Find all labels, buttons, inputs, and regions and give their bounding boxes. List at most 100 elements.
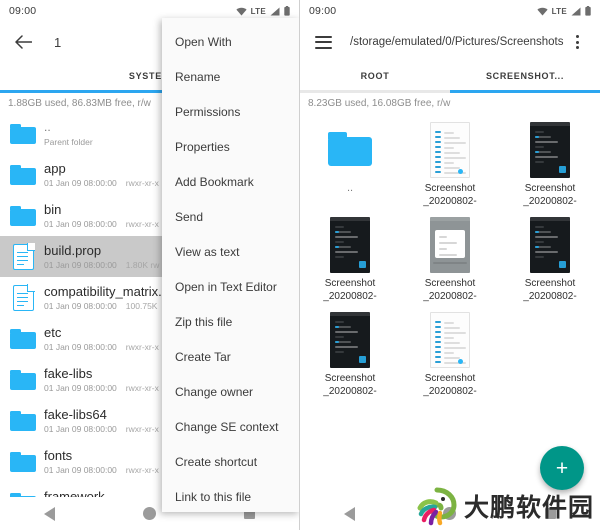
folder-icon [327, 120, 373, 178]
image-thumbnail [327, 310, 373, 368]
back-arrow-icon[interactable] [10, 29, 36, 55]
nav-back-icon[interactable] [344, 506, 356, 521]
menu-item-rename[interactable]: Rename [162, 59, 299, 94]
tab-indicator-screenshots [450, 90, 600, 93]
battery-icon [284, 6, 290, 16]
grid-item-image[interactable]: Screenshot _20200802- [300, 305, 400, 400]
grid-item-label: Screenshot _20200802- [423, 373, 477, 397]
image-thumbnail [427, 120, 473, 178]
file-date: 01 Jan 09 08:00:00 [44, 219, 117, 229]
menu-item-open-with[interactable]: Open With [162, 24, 299, 59]
right-tab-bar: ROOT SCREENSHOT... [300, 62, 600, 90]
menu-item-zip-this-file[interactable]: Zip this file [162, 304, 299, 339]
image-thumbnail [427, 310, 473, 368]
menu-item-open-in-text-editor[interactable]: Open in Text Editor [162, 269, 299, 304]
fab-plus-label: + [555, 456, 569, 480]
right-tab-indicator [300, 90, 600, 93]
kebab-menu-icon[interactable] [564, 29, 590, 55]
signal-icon [571, 7, 581, 16]
file-date: 01 Jan 09 08:00:00 [44, 301, 117, 311]
tab-root[interactable]: ROOT [300, 62, 450, 90]
thumbnail-preview [430, 122, 470, 178]
thumbnail-preview [430, 312, 470, 368]
right-toolbar: /storage/emulated/0/Pictures/Screenshots [300, 22, 600, 62]
thumbnail-grid: .. Screenshot _20200802- Screenshot _20200… [300, 113, 600, 400]
menu-item-properties[interactable]: Properties [162, 129, 299, 164]
selection-count: 1 [54, 34, 62, 50]
folder-icon [6, 404, 40, 438]
menu-item-permissions[interactable]: Permissions [162, 94, 299, 129]
network-type-label: LTE [250, 6, 266, 16]
grid-item-label: Screenshot _20200802- [523, 183, 577, 207]
image-thumbnail [327, 215, 373, 273]
grid-item-image[interactable]: Screenshot _20200802- [400, 305, 500, 400]
menu-item-view-as-text[interactable]: View as text [162, 234, 299, 269]
signal-icon [270, 7, 280, 16]
file-date: 01 Jan 09 08:00:00 [44, 383, 117, 393]
file-date: 01 Jan 09 08:00:00 [44, 178, 117, 188]
image-thumbnail [427, 215, 473, 273]
watermark-logo-icon [417, 487, 457, 526]
folder-icon [6, 322, 40, 356]
nav-home-icon[interactable] [143, 507, 156, 520]
tab-screenshots[interactable]: SCREENSHOT... [450, 62, 600, 90]
wifi-icon [536, 7, 548, 16]
status-icons: LTE [235, 6, 290, 16]
hamburger-icon[interactable] [310, 29, 336, 55]
file-permissions: rwxr-xr-x [125, 219, 159, 229]
file-date: 01 Jan 09 08:00:00 [44, 465, 117, 475]
battery-icon [585, 6, 591, 16]
menu-item-change-owner[interactable]: Change owner [162, 374, 299, 409]
left-phone-panel: 09:00 LTE 1 SYSTEM 1.88GB used, 86.83MB … [0, 0, 300, 530]
file-permissions: 1.80K rw [125, 260, 160, 270]
file-permissions: 100.75K [125, 301, 158, 311]
watermark: 大鹏软件园 [416, 486, 594, 526]
tab-indicator-root [300, 90, 450, 93]
network-type-label: LTE [551, 6, 567, 16]
grid-item-image[interactable]: Screenshot _20200802- [500, 210, 600, 305]
context-menu: Open With Rename Permissions Properties Add … [162, 18, 299, 512]
add-fab-button[interactable]: + [540, 446, 584, 490]
file-permissions: rwxr-xr-x [125, 178, 159, 188]
menu-item-change-se-context[interactable]: Change SE context [162, 409, 299, 444]
document-icon [6, 240, 40, 274]
file-date: 01 Jan 09 08:00:00 [44, 424, 117, 434]
grid-item-label: Screenshot _20200802- [323, 278, 377, 302]
menu-item-create-tar[interactable]: Create Tar [162, 339, 299, 374]
status-icons: LTE [536, 6, 591, 16]
file-permissions: rwxr-xr-x [125, 424, 159, 434]
thumbnail-preview [330, 312, 370, 368]
status-clock: 09:00 [9, 5, 37, 17]
menu-item-send[interactable]: Send [162, 199, 299, 234]
current-path: /storage/emulated/0/Pictures/Screenshots [350, 36, 564, 48]
wifi-icon [235, 7, 247, 16]
menu-item-link-to-this-file[interactable]: Link to this file [162, 479, 299, 512]
grid-item-label: Screenshot _20200802- [323, 373, 377, 397]
file-date: 01 Jan 09 08:00:00 [44, 260, 117, 270]
grid-item-image[interactable]: Screenshot _20200802- [300, 210, 400, 305]
thumbnail-preview [330, 217, 370, 273]
thumbnail-preview [530, 217, 570, 273]
menu-item-add-bookmark[interactable]: Add Bookmark [162, 164, 299, 199]
grid-item-image[interactable]: Screenshot _20200802- [500, 115, 600, 210]
grid-item-image[interactable]: Screenshot _20200802- [400, 210, 500, 305]
right-storage-info: 8.23GB used, 16.08GB free, r/w [308, 98, 451, 109]
grid-item-label: Screenshot _20200802- [423, 183, 477, 207]
grid-item-image[interactable]: Screenshot _20200802- [400, 115, 500, 210]
image-thumbnail [527, 120, 573, 178]
document-icon [6, 281, 40, 315]
menu-item-create-shortcut[interactable]: Create shortcut [162, 444, 299, 479]
thumbnail-preview [530, 122, 570, 178]
thumbnail-preview [430, 217, 470, 273]
right-phone-panel: 09:00 LTE /storage/emulated/0/Pictures/S… [300, 0, 600, 530]
grid-item-folder[interactable]: .. [300, 115, 400, 210]
folder-icon [6, 158, 40, 192]
folder-icon [6, 117, 40, 151]
grid-item-label: Screenshot _20200802- [423, 278, 477, 302]
folder-icon [6, 363, 40, 397]
watermark-text: 大鹏软件园 [463, 493, 594, 522]
screenshot-root: 09:00 LTE 1 SYSTEM 1.88GB used, 86.83MB … [0, 0, 600, 530]
nav-back-icon[interactable] [44, 506, 55, 521]
right-status-bar: 09:00 LTE [300, 0, 600, 22]
image-thumbnail [527, 215, 573, 273]
